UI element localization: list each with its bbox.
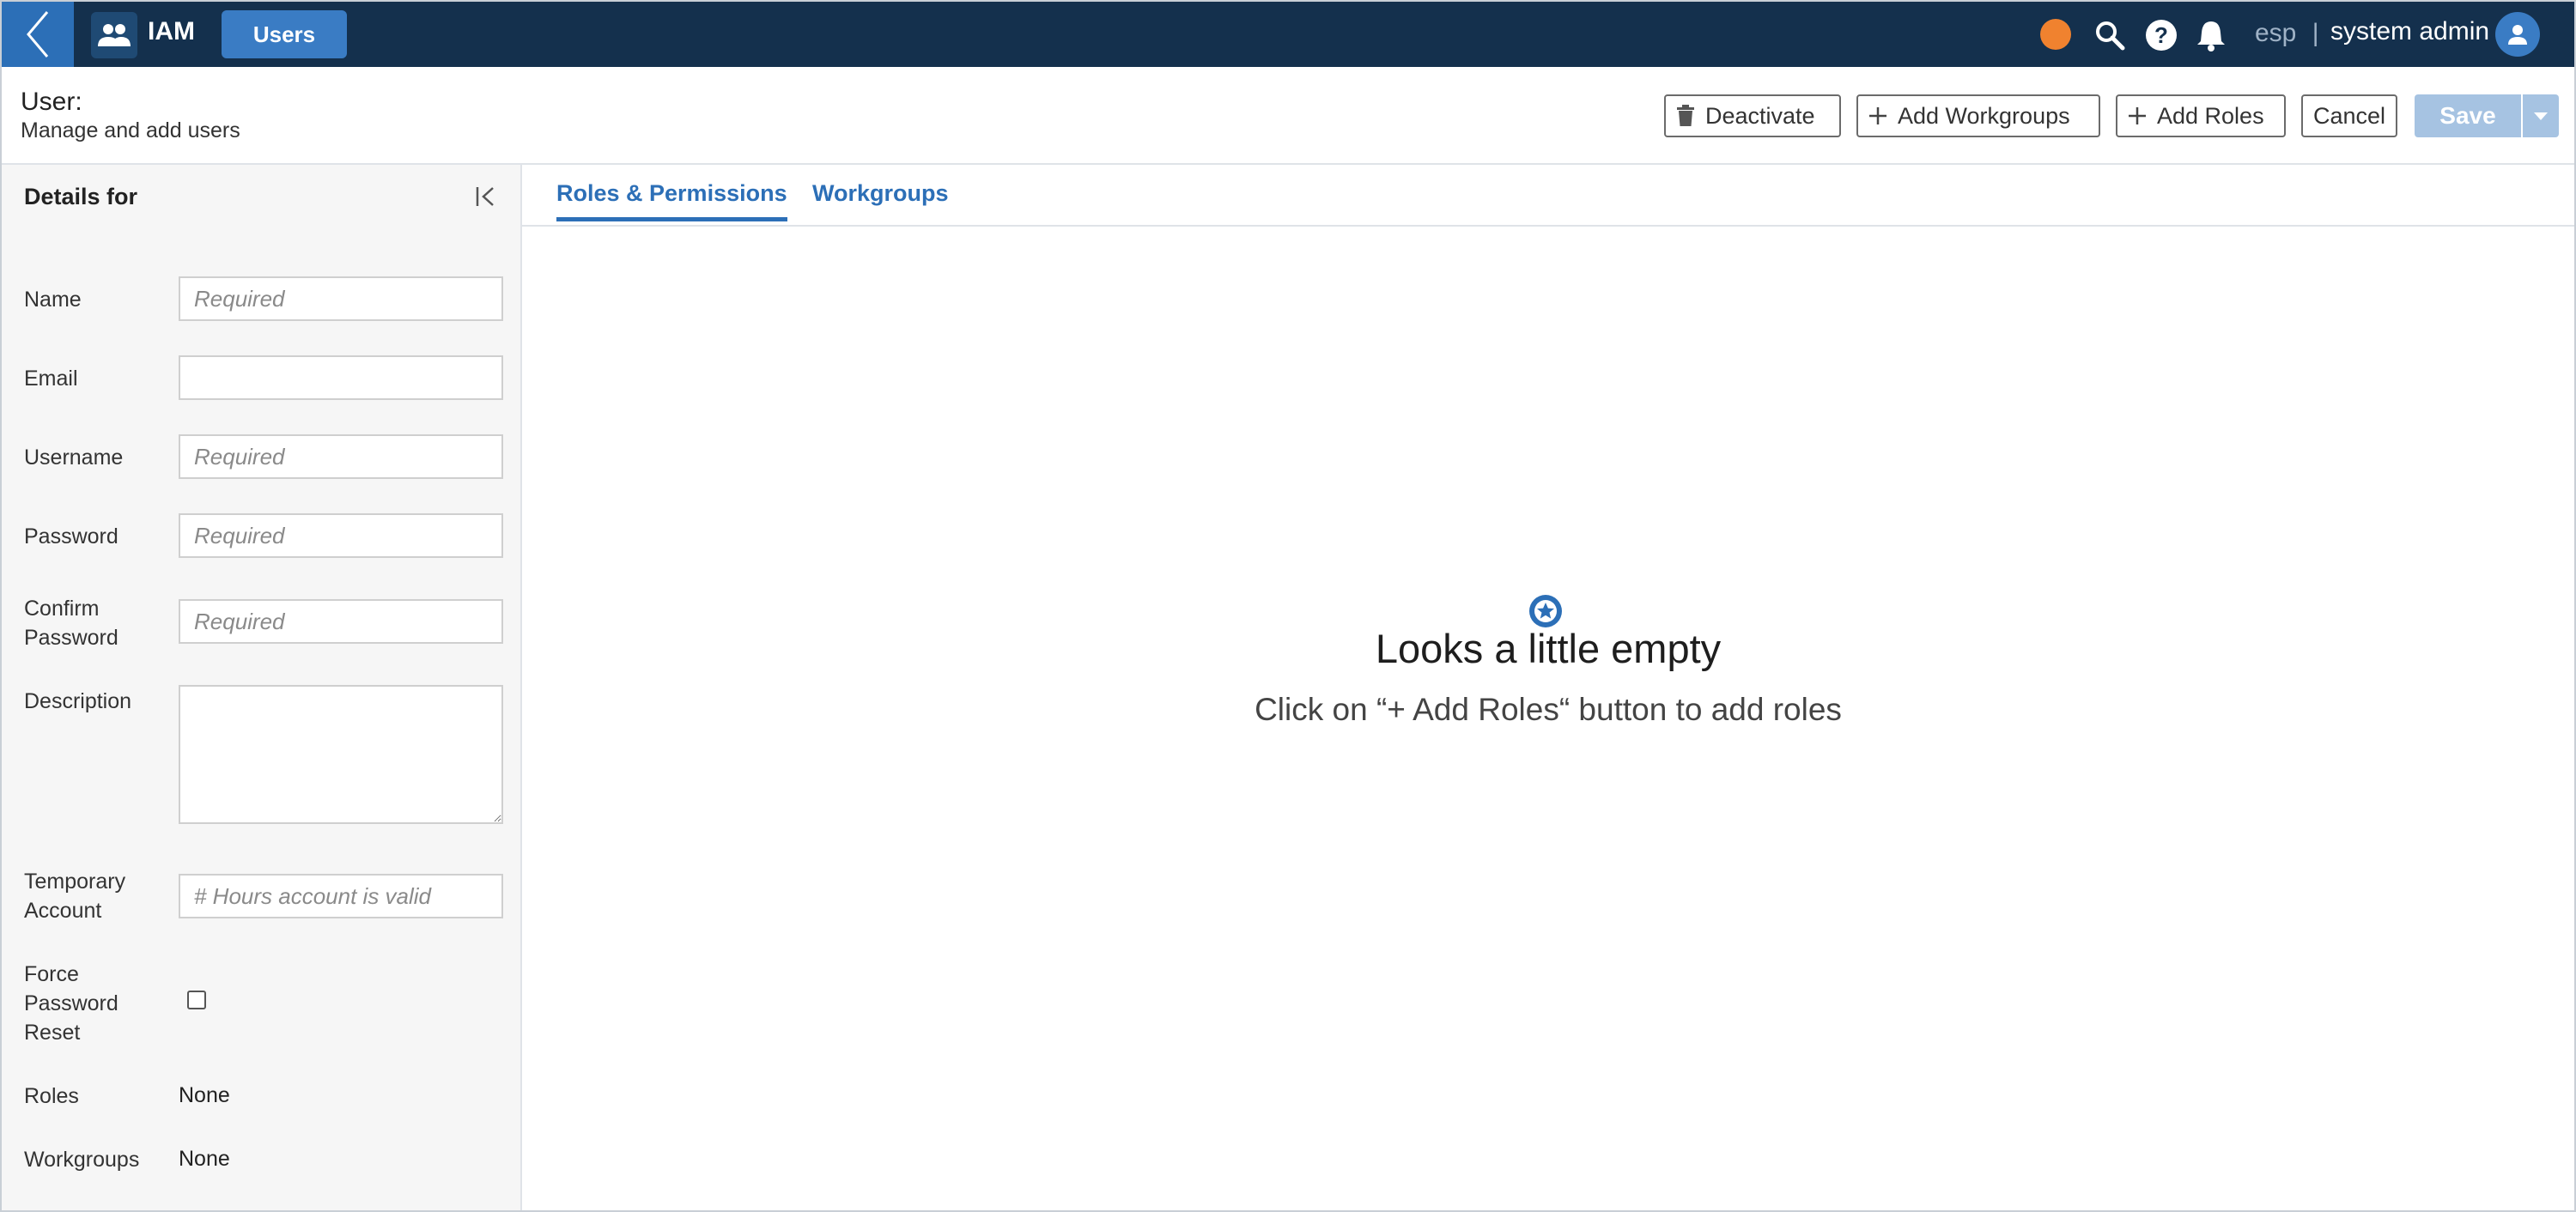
temporary-account-label: Temporary Account — [24, 870, 126, 923]
details-title: Details for — [24, 184, 138, 209]
tab-roles-permissions[interactable]: Roles & Permissions — [556, 180, 787, 221]
force-password-reset-label: Force Password Reset — [24, 962, 118, 1045]
save-options-dropdown[interactable] — [2523, 94, 2559, 137]
confirm-password-label: Confirm Password — [24, 597, 118, 650]
password-label: Password — [24, 524, 118, 548]
user-name[interactable]: system admin — [2330, 17, 2489, 46]
name-label: Name — [24, 288, 82, 312]
status-indicator[interactable] — [2040, 19, 2071, 50]
separator: | — [2312, 19, 2319, 47]
plus-icon — [2128, 106, 2147, 125]
people-icon — [91, 12, 137, 58]
svg-text:?: ? — [2154, 22, 2168, 48]
confirm-password-input[interactable] — [179, 599, 503, 644]
collapse-panel-icon[interactable] — [474, 184, 500, 209]
description-label: Description — [24, 689, 132, 713]
tab-bar: Roles & Permissions Workgroups — [522, 165, 2574, 227]
description-textarea[interactable] — [179, 685, 503, 824]
help-icon[interactable]: ? — [2145, 19, 2178, 52]
search-icon[interactable] — [2093, 19, 2126, 52]
back-button[interactable] — [2, 2, 74, 67]
deactivate-button[interactable]: Deactivate — [1664, 94, 1841, 137]
username-input[interactable] — [179, 434, 503, 479]
details-panel: Details for Name Email Username Password… — [2, 165, 522, 1210]
trash-icon — [1676, 105, 1695, 127]
app-window: IAM Users ? esp | system admin User: Man… — [0, 0, 2576, 1212]
password-input[interactable] — [179, 513, 503, 558]
top-navigation-bar: IAM Users ? esp | system admin — [2, 2, 2574, 67]
back-chevron-icon — [27, 11, 49, 58]
caret-down-icon — [2534, 112, 2548, 120]
users-tab[interactable]: Users — [222, 10, 347, 58]
page-header: User: Manage and add users Deactivate Ad… — [2, 67, 2574, 165]
cancel-button[interactable]: Cancel — [2301, 94, 2397, 137]
main-content: Roles & Permissions Workgroups Looks a l… — [522, 165, 2574, 1210]
email-label: Email — [24, 367, 78, 391]
name-input[interactable] — [179, 276, 503, 321]
email-input[interactable] — [179, 355, 503, 400]
page-subtitle: Manage and add users — [21, 118, 240, 142]
add-roles-button[interactable]: Add Roles — [2116, 94, 2286, 137]
user-avatar-icon[interactable] — [2495, 12, 2540, 57]
workgroups-label: Workgroups — [24, 1148, 140, 1172]
bell-icon[interactable] — [2195, 19, 2227, 52]
workgroups-value: None — [179, 1147, 230, 1171]
language-label[interactable]: esp | — [2255, 19, 2319, 48]
page-title: User: — [21, 88, 82, 116]
roles-label: Roles — [24, 1084, 79, 1108]
add-workgroups-button[interactable]: Add Workgroups — [1856, 94, 2100, 137]
roles-value: None — [179, 1083, 230, 1107]
tab-workgroups[interactable]: Workgroups — [812, 180, 949, 217]
app-name: IAM — [148, 17, 195, 45]
username-label: Username — [24, 445, 124, 470]
force-password-reset-checkbox[interactable] — [187, 991, 206, 1009]
plus-icon — [1868, 106, 1887, 125]
star-badge-icon — [1529, 595, 1562, 627]
empty-state-message: Click on “+ Add Roles“ button to add rol… — [1255, 692, 1842, 727]
save-button[interactable]: Save — [2415, 94, 2521, 137]
temporary-account-input[interactable] — [179, 874, 503, 918]
empty-state-title: Looks a little empty — [1375, 626, 1722, 671]
